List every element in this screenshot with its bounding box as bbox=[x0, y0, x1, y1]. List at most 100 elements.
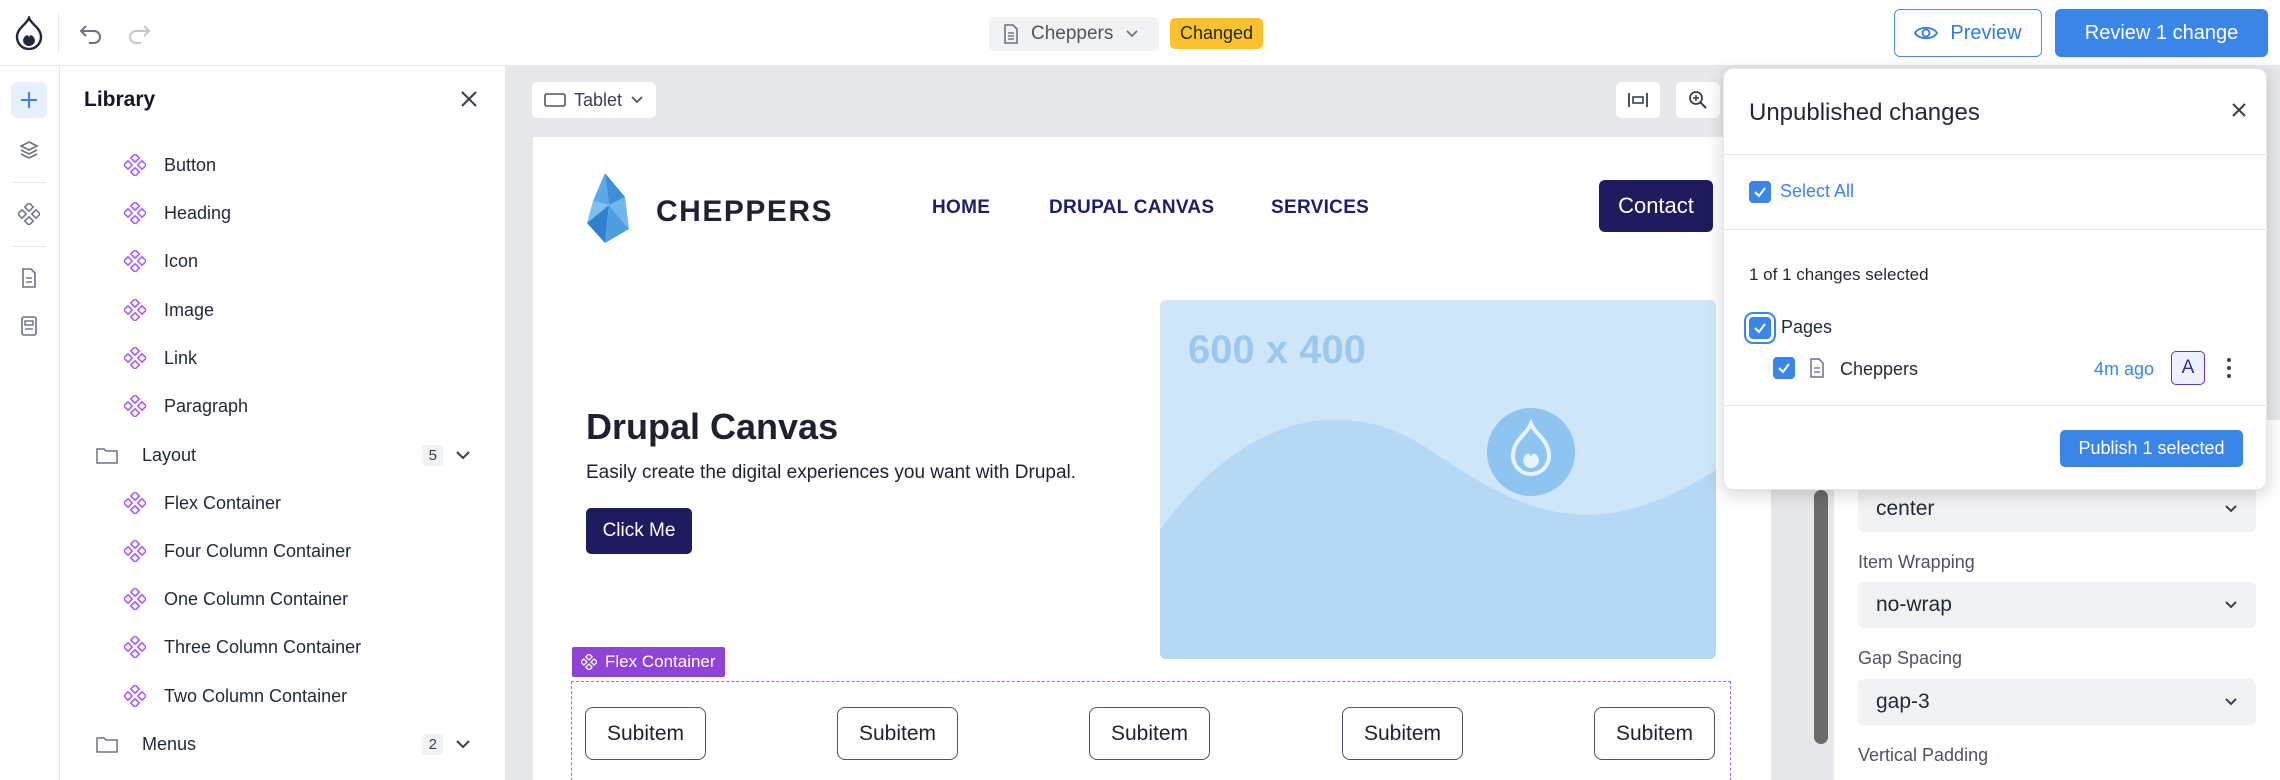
icon-rail bbox=[0, 66, 60, 780]
zoom-in-button[interactable] bbox=[1675, 81, 1721, 119]
component-icon bbox=[124, 250, 146, 272]
library-title: Library bbox=[84, 88, 156, 111]
gap-spacing-select[interactable]: gap-3 bbox=[1858, 679, 2256, 725]
folder-icon bbox=[96, 448, 118, 464]
status-badge: Changed bbox=[1170, 18, 1264, 49]
fit-width-icon bbox=[1628, 93, 1648, 107]
document-selector[interactable]: Cheppers bbox=[989, 17, 1159, 51]
placeholder-text: 600 x 400 bbox=[1188, 328, 1366, 372]
library-item[interactable]: One Column Container bbox=[124, 579, 348, 619]
subitem-button[interactable]: Subitem bbox=[1342, 707, 1463, 760]
plus-icon bbox=[21, 92, 37, 108]
drupal-logo-icon[interactable] bbox=[14, 16, 44, 50]
fit-width-button[interactable] bbox=[1615, 81, 1661, 119]
template-icon bbox=[21, 316, 37, 336]
unpublished-changes-popover: Unpublished changes Select All 1 of 1 ch… bbox=[1723, 68, 2268, 490]
library-item[interactable]: Heading bbox=[124, 193, 231, 233]
component-icon bbox=[124, 636, 146, 658]
tablet-icon bbox=[544, 93, 566, 107]
pages-button[interactable] bbox=[11, 260, 47, 296]
group-label: Layout bbox=[142, 444, 197, 465]
component-icon bbox=[124, 347, 146, 369]
viewport-selector[interactable]: Tablet bbox=[531, 81, 657, 119]
publish-selected-button[interactable]: Publish 1 selected bbox=[2060, 430, 2243, 467]
subitem-button[interactable]: Subitem bbox=[1089, 707, 1210, 760]
library-panel: Library Button Heading Icon Image Link P… bbox=[60, 66, 506, 780]
templates-button[interactable] bbox=[11, 308, 47, 344]
document-icon bbox=[1004, 24, 1018, 44]
select-all-checkbox[interactable] bbox=[1749, 181, 1771, 203]
subitem-button[interactable]: Subitem bbox=[1594, 707, 1715, 760]
select-all-label[interactable]: Select All bbox=[1780, 181, 1854, 202]
redo-icon[interactable] bbox=[126, 20, 152, 46]
chevron-down-icon bbox=[2225, 698, 2237, 706]
avatar: A bbox=[2171, 351, 2205, 385]
library-item[interactable]: Flex Container bbox=[124, 483, 281, 523]
library-item[interactable]: Button bbox=[124, 145, 216, 185]
components-icon bbox=[18, 203, 40, 225]
library-item-label: Flex Container bbox=[164, 492, 282, 513]
group-label: Menus bbox=[142, 733, 197, 754]
justify-value: center bbox=[1876, 497, 1935, 520]
pages-group-checkbox[interactable] bbox=[1749, 317, 1771, 339]
item-wrapping-value: no-wrap bbox=[1876, 593, 1952, 616]
item-wrapping-select[interactable]: no-wrap bbox=[1858, 582, 2256, 628]
more-options-icon[interactable] bbox=[2224, 353, 2234, 383]
gap-spacing-value: gap-3 bbox=[1876, 690, 1930, 713]
divider bbox=[12, 182, 46, 183]
review-changes-button[interactable]: Review 1 change bbox=[2055, 9, 2268, 57]
selected-count: 1 of 1 changes selected bbox=[1749, 265, 1929, 284]
viewport-label: Tablet bbox=[573, 89, 623, 110]
library-item[interactable]: Image bbox=[124, 290, 214, 330]
library-item-label: Paragraph bbox=[164, 395, 249, 416]
undo-icon[interactable] bbox=[78, 20, 104, 46]
flex-container-label[interactable]: Flex Container bbox=[572, 647, 725, 677]
popover-title: Unpublished changes bbox=[1749, 99, 1980, 126]
library-item[interactable]: Paragraph bbox=[124, 386, 248, 426]
close-icon[interactable] bbox=[2226, 97, 2252, 123]
drupal-drop-icon bbox=[1487, 408, 1575, 496]
preview-label: Preview bbox=[1950, 21, 2022, 44]
library-group-layout[interactable]: Layout 5 bbox=[96, 435, 496, 475]
item-wrapping-label: Item Wrapping bbox=[1858, 552, 1975, 572]
chevron-down-icon[interactable] bbox=[454, 446, 472, 464]
library-item[interactable]: Three Column Container bbox=[124, 627, 361, 667]
library-group-menus[interactable]: Menus 2 bbox=[96, 724, 496, 764]
contact-button[interactable]: Contact bbox=[1599, 180, 1713, 232]
eye-icon bbox=[1914, 26, 1939, 40]
components-button[interactable] bbox=[11, 196, 47, 232]
change-time: 4m ago bbox=[2094, 359, 2155, 379]
library-item-label: Three Column Container bbox=[164, 636, 362, 657]
page-change-checkbox[interactable] bbox=[1773, 357, 1795, 379]
nav-link-home[interactable]: HOME bbox=[932, 197, 990, 219]
divider bbox=[1724, 405, 2268, 406]
library-item[interactable]: Four Column Container bbox=[124, 531, 351, 571]
nav-link-services[interactable]: SERVICES bbox=[1271, 197, 1369, 219]
component-icon bbox=[581, 654, 597, 670]
library-item[interactable]: Two Column Container bbox=[124, 676, 347, 716]
library-item-label: Two Column Container bbox=[164, 685, 348, 706]
component-icon bbox=[124, 685, 146, 707]
component-icon bbox=[124, 540, 146, 562]
library-item[interactable]: Icon bbox=[124, 241, 198, 281]
subitem-button[interactable]: Subitem bbox=[585, 707, 706, 760]
preview-button[interactable]: Preview bbox=[1894, 9, 2042, 57]
divider bbox=[1724, 154, 2268, 155]
add-component-button[interactable] bbox=[11, 82, 47, 118]
chevron-down-icon[interactable] bbox=[454, 735, 472, 753]
layers-button[interactable] bbox=[11, 132, 47, 168]
site-logo-text: CHEPPERS bbox=[656, 195, 834, 228]
library-item[interactable]: Link bbox=[124, 338, 197, 378]
image-placeholder: 600 x 400 bbox=[1160, 300, 1716, 659]
canvas-scrollbar[interactable] bbox=[1814, 490, 1828, 744]
zoom-in-icon bbox=[1689, 91, 1707, 109]
page-change-name[interactable]: Cheppers bbox=[1840, 359, 1918, 380]
close-icon[interactable] bbox=[456, 86, 482, 112]
hero-button[interactable]: Click Me bbox=[586, 508, 692, 554]
group-count-badge: 5 bbox=[421, 444, 444, 466]
divider bbox=[12, 246, 46, 247]
justify-select[interactable]: center bbox=[1858, 486, 2256, 532]
nav-link-drupal-canvas[interactable]: DRUPAL CANVAS bbox=[1049, 197, 1214, 219]
check-icon bbox=[1754, 187, 1766, 198]
subitem-button[interactable]: Subitem bbox=[837, 707, 958, 760]
